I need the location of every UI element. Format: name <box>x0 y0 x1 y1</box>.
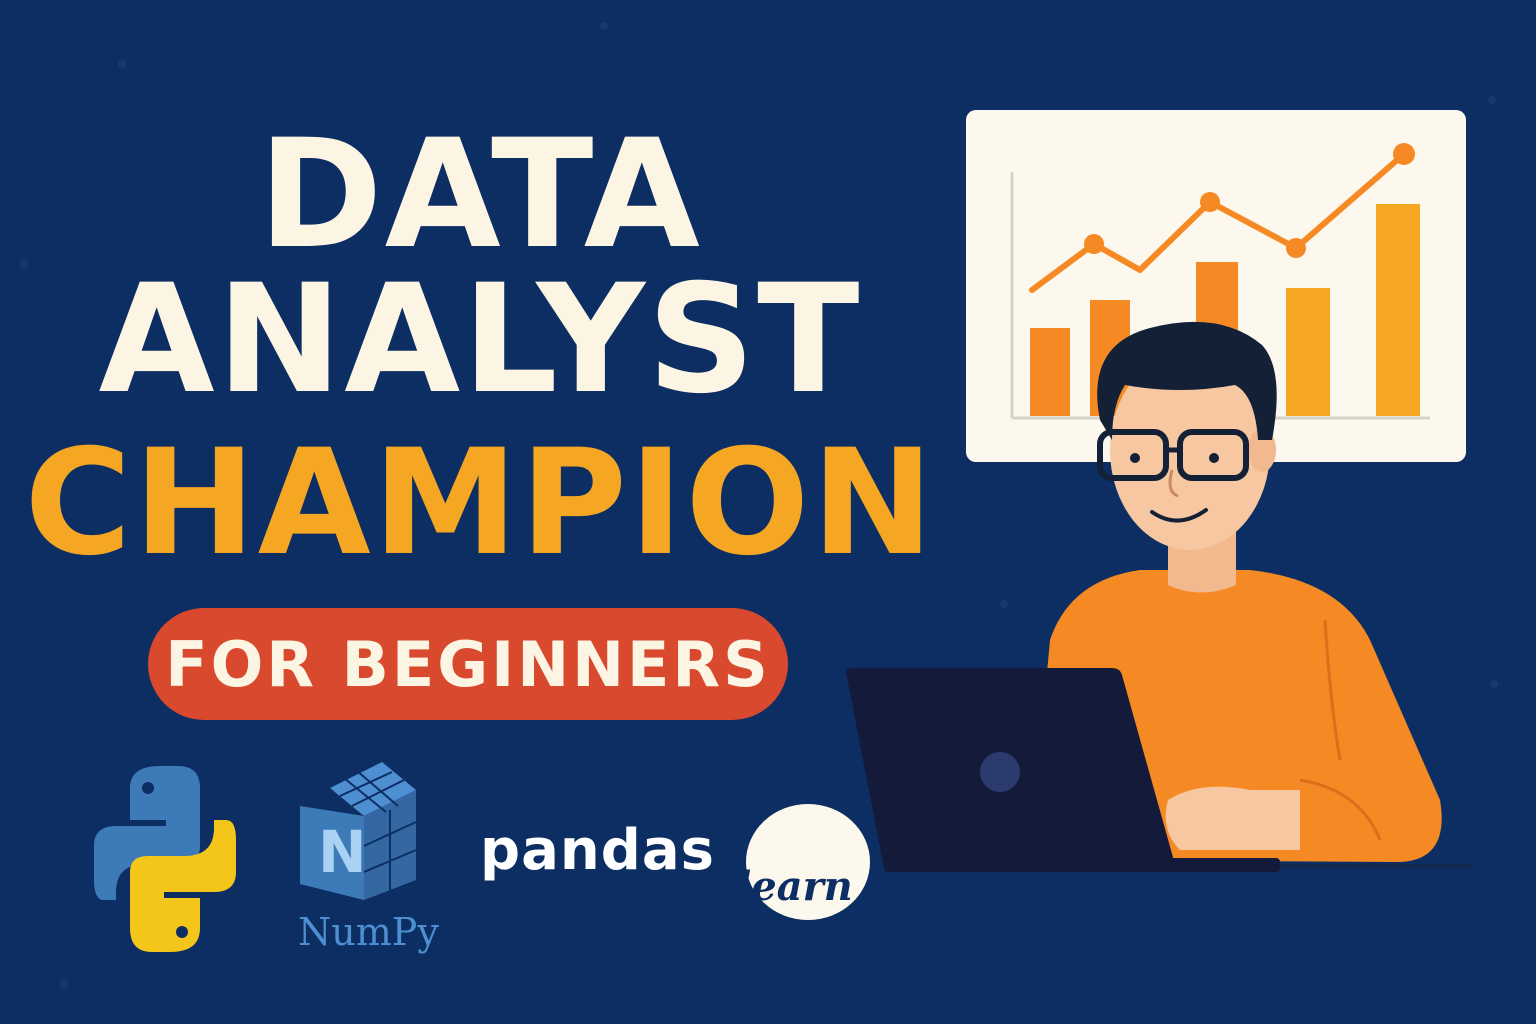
chart-point <box>1286 238 1306 258</box>
chart-point <box>1200 192 1220 212</box>
python-logo-icon <box>94 766 236 952</box>
numpy-wordmark: NumPy <box>298 910 439 954</box>
laptop-logo <box>980 752 1020 792</box>
learn-wordmark: learn <box>736 863 853 910</box>
pandas-wordmark: pandas <box>480 818 715 883</box>
chart-point <box>1084 234 1104 254</box>
chart-bar <box>1286 288 1330 416</box>
scikit-learn-logo-icon: learn <box>736 804 870 920</box>
illustration: N learn <box>94 110 1470 952</box>
svg-text:N: N <box>318 818 367 886</box>
chart-bar <box>1376 204 1420 416</box>
numpy-logo-icon: N <box>300 762 417 900</box>
chart-point <box>1393 143 1415 165</box>
chart-bar <box>1030 328 1070 416</box>
thumbnail: DATA ANALYST CHAMPION FOR BEGINNERS N le… <box>0 0 1536 1024</box>
